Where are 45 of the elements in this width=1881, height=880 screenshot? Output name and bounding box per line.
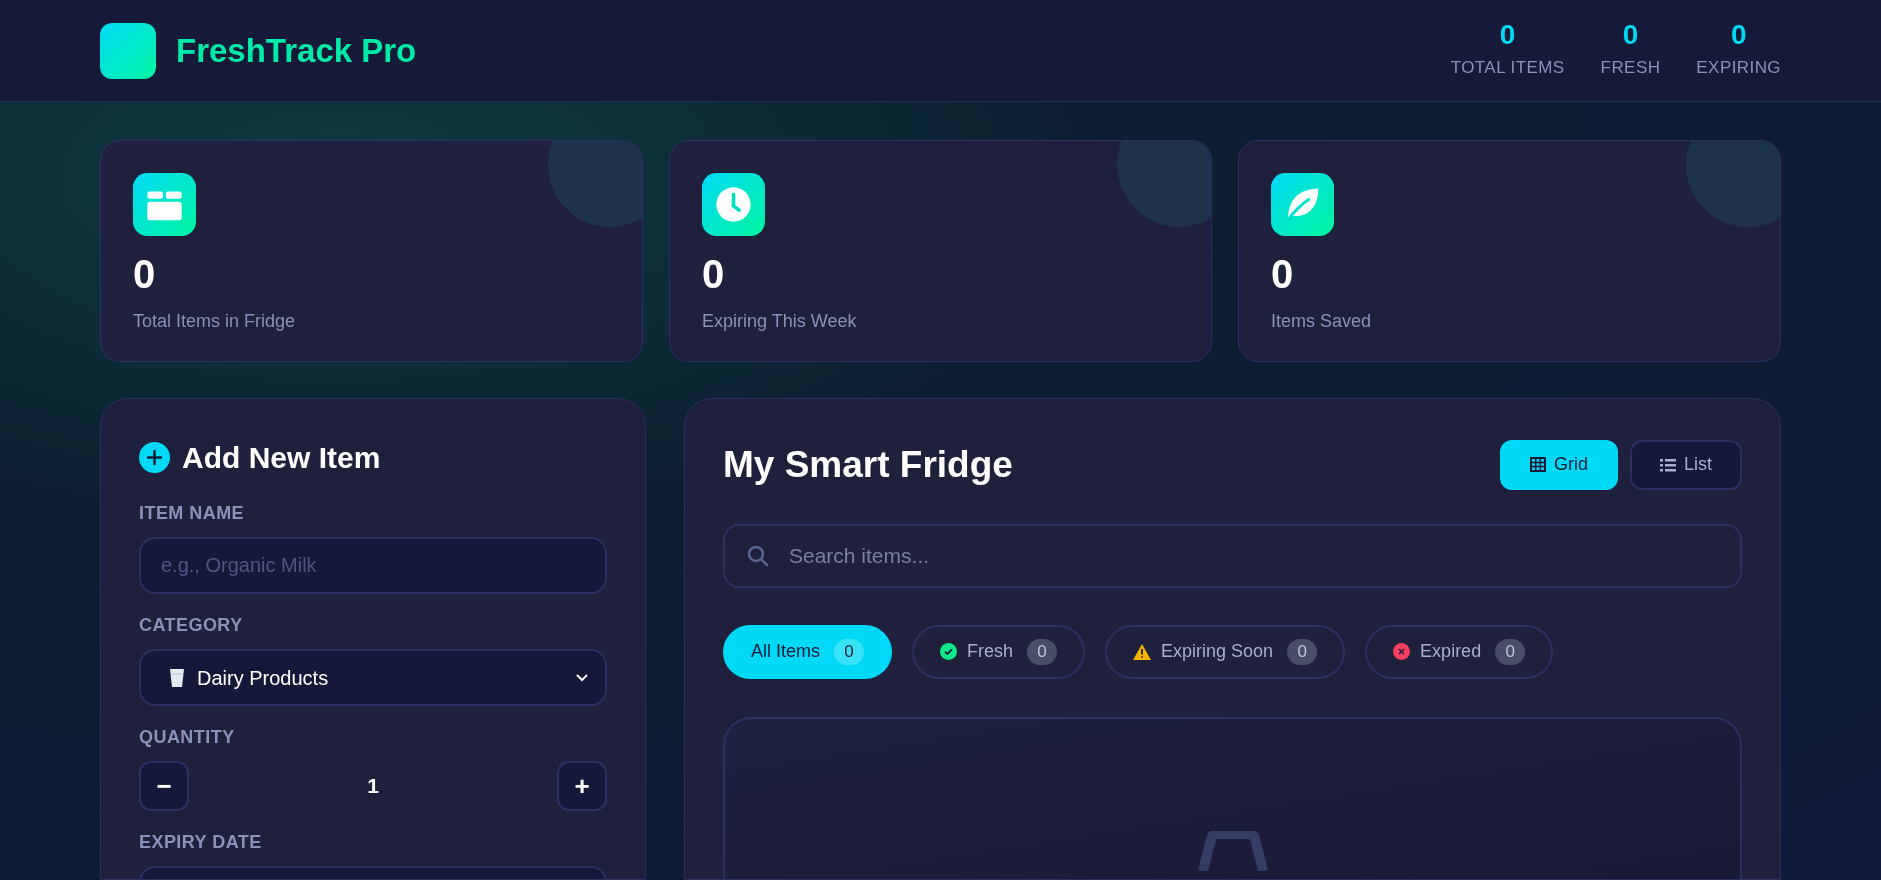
count-badge: 0 [1495,638,1526,665]
filter-chip[interactable]: Expired 0 [1365,624,1554,679]
stat-label: TOTAL ITEMS [1450,56,1565,79]
panel-title: My Smart Fridge [723,443,1013,487]
stat-label: EXPIRING [1696,56,1781,79]
box-icon [133,173,196,236]
field-label: CATEGORY [139,614,244,637]
quantity-value: 1 [367,773,379,800]
stat-label: Total Items in Fridge [133,310,297,333]
field-label: EXPIRY DATE [139,831,263,854]
count-badge: 0 [1027,638,1058,665]
leaf-icon [1271,173,1334,236]
field-label: QUANTITY [139,726,236,749]
grid-icon [1529,457,1546,473]
search-icon [747,544,769,567]
increase-button[interactable]: + [557,761,607,811]
count-badge: 0 [1287,638,1318,665]
stat-value: 0 [702,254,726,294]
view-tab[interactable]: Grid [1499,439,1618,490]
stat-value: 0 [1730,20,1747,49]
chevron-down-icon [575,673,589,682]
stat-label: Items Saved [1271,310,1373,333]
list-icon [1660,457,1676,472]
stat-label: FRESH [1600,56,1661,79]
search-field[interactable]: Search items... [723,523,1742,588]
filter-chip[interactable]: Fresh 0 [912,624,1086,679]
panel-title: Add New Item [182,440,381,476]
add-icon [139,442,170,473]
stat-value: 0 [1499,20,1516,49]
stat-value: 0 [133,254,157,294]
stat-label: Expiring This Week [702,310,858,333]
item-name-field[interactable]: e.g., Organic Milk [139,537,607,594]
logo-icon [100,22,156,79]
clock-icon [702,173,765,236]
decrease-button[interactable]: − [139,761,189,811]
category-dropdown[interactable]: Dairy Products [139,649,607,706]
stat-value: 0 [1271,254,1295,294]
field-label: ITEM NAME [139,502,246,525]
view-tab[interactable]: List [1630,439,1742,490]
count-badge: 0 [834,638,864,665]
glass-icon [169,667,185,688]
filter-chip[interactable]: All Items 0 [723,624,892,679]
stat-value: 0 [1622,20,1639,49]
app-title: FreshTrack Pro [176,30,417,71]
filter-chip[interactable]: Expiring Soon 0 [1105,624,1346,679]
